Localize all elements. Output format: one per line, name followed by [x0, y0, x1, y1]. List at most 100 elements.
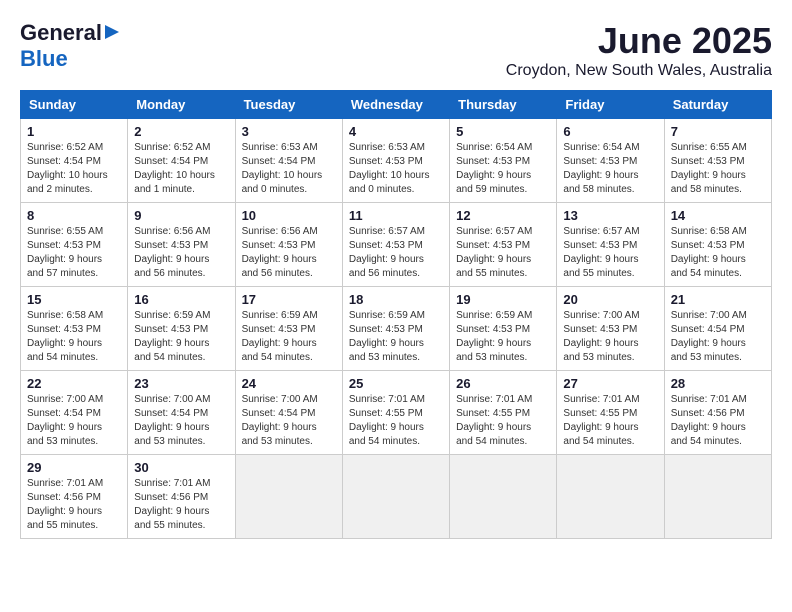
- col-header-wednesday: Wednesday: [342, 91, 449, 119]
- day-cell-21: 21 Sunrise: 7:00 AM Sunset: 4:54 PM Dayli…: [664, 287, 771, 371]
- day-info: Sunrise: 7:00 AM Sunset: 4:54 PM Dayligh…: [27, 393, 121, 449]
- day-info: Sunrise: 6:56 AM Sunset: 4:53 PM Dayligh…: [242, 225, 336, 281]
- day-number: 10: [242, 208, 336, 223]
- col-header-thursday: Thursday: [450, 91, 557, 119]
- day-number: 18: [349, 292, 443, 307]
- day-info: Sunrise: 6:53 AM Sunset: 4:54 PM Dayligh…: [242, 141, 336, 197]
- day-cell-6: 6 Sunrise: 6:54 AM Sunset: 4:53 PM Daylig…: [557, 119, 664, 203]
- calendar-header-row: SundayMondayTuesdayWednesdayThursdayFrid…: [21, 91, 772, 119]
- location: Croydon, New South Wales, Australia: [506, 62, 772, 80]
- day-number: 29: [27, 460, 121, 475]
- day-number: 16: [134, 292, 228, 307]
- calendar-week-3: 15 Sunrise: 6:58 AM Sunset: 4:53 PM Dayli…: [21, 287, 772, 371]
- day-info: Sunrise: 6:56 AM Sunset: 4:53 PM Dayligh…: [134, 225, 228, 281]
- day-number: 21: [671, 292, 765, 307]
- day-info: Sunrise: 7:01 AM Sunset: 4:56 PM Dayligh…: [27, 477, 121, 533]
- day-info: Sunrise: 6:57 AM Sunset: 4:53 PM Dayligh…: [563, 225, 657, 281]
- col-header-friday: Friday: [557, 91, 664, 119]
- empty-cell: [235, 455, 342, 539]
- day-cell-11: 11 Sunrise: 6:57 AM Sunset: 4:53 PM Dayli…: [342, 203, 449, 287]
- day-cell-4: 4 Sunrise: 6:53 AM Sunset: 4:53 PM Daylig…: [342, 119, 449, 203]
- day-cell-9: 9 Sunrise: 6:56 AM Sunset: 4:53 PM Daylig…: [128, 203, 235, 287]
- day-info: Sunrise: 6:55 AM Sunset: 4:53 PM Dayligh…: [27, 225, 121, 281]
- day-number: 17: [242, 292, 336, 307]
- day-number: 13: [563, 208, 657, 223]
- day-number: 15: [27, 292, 121, 307]
- day-cell-25: 25 Sunrise: 7:01 AM Sunset: 4:55 PM Dayli…: [342, 371, 449, 455]
- day-cell-29: 29 Sunrise: 7:01 AM Sunset: 4:56 PM Dayli…: [21, 455, 128, 539]
- day-cell-17: 17 Sunrise: 6:59 AM Sunset: 4:53 PM Dayli…: [235, 287, 342, 371]
- day-cell-1: 1 Sunrise: 6:52 AM Sunset: 4:54 PM Daylig…: [21, 119, 128, 203]
- day-cell-22: 22Sunrise: 7:00 AM Sunset: 4:54 PM Dayli…: [21, 371, 128, 455]
- day-number: 26: [456, 376, 550, 391]
- day-number: 24: [242, 376, 336, 391]
- day-cell-7: 7 Sunrise: 6:55 AM Sunset: 4:53 PM Daylig…: [664, 119, 771, 203]
- day-cell-28: 28Sunrise: 7:01 AM Sunset: 4:56 PM Dayli…: [664, 371, 771, 455]
- day-number: 14: [671, 208, 765, 223]
- col-header-monday: Monday: [128, 91, 235, 119]
- title-section: June 2025 Croydon, New South Wales, Aust…: [506, 20, 772, 80]
- col-header-tuesday: Tuesday: [235, 91, 342, 119]
- day-info: Sunrise: 6:52 AM Sunset: 4:54 PM Dayligh…: [27, 141, 121, 197]
- day-cell-20: 20Sunrise: 7:00 AM Sunset: 4:53 PM Dayli…: [557, 287, 664, 371]
- day-cell-18: 18 Sunrise: 6:59 AM Sunset: 4:53 PM Dayli…: [342, 287, 449, 371]
- logo: General Blue: [20, 20, 122, 72]
- day-info: Sunrise: 7:01 AM Sunset: 4:55 PM Dayligh…: [456, 393, 550, 449]
- day-cell-13: 13 Sunrise: 6:57 AM Sunset: 4:53 PM Dayli…: [557, 203, 664, 287]
- empty-cell: [450, 455, 557, 539]
- day-number: 27: [563, 376, 657, 391]
- month-year: June 2025: [506, 20, 772, 62]
- day-number: 8: [27, 208, 121, 223]
- day-number: 5: [456, 124, 550, 139]
- logo-arrow-icon: [103, 23, 121, 41]
- day-info: Sunrise: 7:01 AM Sunset: 4:56 PM Dayligh…: [671, 393, 765, 449]
- day-cell-8: 8 Sunrise: 6:55 AM Sunset: 4:53 PM Daylig…: [21, 203, 128, 287]
- day-info: Sunrise: 7:01 AM Sunset: 4:55 PM Dayligh…: [563, 393, 657, 449]
- day-cell-16: 16Sunrise: 6:59 AM Sunset: 4:53 PM Dayli…: [128, 287, 235, 371]
- day-info: Sunrise: 6:55 AM Sunset: 4:53 PM Dayligh…: [671, 141, 765, 197]
- day-number: 11: [349, 208, 443, 223]
- day-cell-24: 24Sunrise: 7:00 AM Sunset: 4:54 PM Dayli…: [235, 371, 342, 455]
- day-info: Sunrise: 6:58 AM Sunset: 4:53 PM Dayligh…: [671, 225, 765, 281]
- day-number: 7: [671, 124, 765, 139]
- day-number: 3: [242, 124, 336, 139]
- day-cell-30: 30 Sunrise: 7:01 AM Sunset: 4:56 PM Dayli…: [128, 455, 235, 539]
- day-number: 1: [27, 124, 121, 139]
- day-cell-19: 19 Sunrise: 6:59 AM Sunset: 4:53 PM Dayli…: [450, 287, 557, 371]
- day-number: 19: [456, 292, 550, 307]
- day-info: Sunrise: 6:59 AM Sunset: 4:53 PM Dayligh…: [349, 309, 443, 365]
- day-cell-26: 26 Sunrise: 7:01 AM Sunset: 4:55 PM Dayli…: [450, 371, 557, 455]
- day-info: Sunrise: 6:57 AM Sunset: 4:53 PM Dayligh…: [456, 225, 550, 281]
- day-number: 25: [349, 376, 443, 391]
- day-cell-3: 3 Sunrise: 6:53 AM Sunset: 4:54 PM Daylig…: [235, 119, 342, 203]
- empty-cell: [342, 455, 449, 539]
- day-info: Sunrise: 6:59 AM Sunset: 4:53 PM Dayligh…: [242, 309, 336, 365]
- day-cell-10: 10 Sunrise: 6:56 AM Sunset: 4:53 PM Dayli…: [235, 203, 342, 287]
- day-info: Sunrise: 6:58 AM Sunset: 4:53 PM Dayligh…: [27, 309, 121, 365]
- day-cell-14: 14 Sunrise: 6:58 AM Sunset: 4:53 PM Dayli…: [664, 203, 771, 287]
- day-number: 2: [134, 124, 228, 139]
- day-info: Sunrise: 6:53 AM Sunset: 4:53 PM Dayligh…: [349, 141, 443, 197]
- empty-cell: [664, 455, 771, 539]
- day-cell-23: 23Sunrise: 7:00 AM Sunset: 4:54 PM Dayli…: [128, 371, 235, 455]
- empty-cell: [557, 455, 664, 539]
- logo-general: General: [20, 20, 102, 46]
- day-info: Sunrise: 6:59 AM Sunset: 4:53 PM Dayligh…: [456, 309, 550, 365]
- day-info: Sunrise: 7:01 AM Sunset: 4:55 PM Dayligh…: [349, 393, 443, 449]
- day-cell-12: 12Sunrise: 6:57 AM Sunset: 4:53 PM Dayli…: [450, 203, 557, 287]
- day-info: Sunrise: 6:54 AM Sunset: 4:53 PM Dayligh…: [563, 141, 657, 197]
- day-number: 30: [134, 460, 228, 475]
- calendar-table: SundayMondayTuesdayWednesdayThursdayFrid…: [20, 90, 772, 539]
- day-info: Sunrise: 7:00 AM Sunset: 4:54 PM Dayligh…: [671, 309, 765, 365]
- day-info: Sunrise: 6:54 AM Sunset: 4:53 PM Dayligh…: [456, 141, 550, 197]
- day-cell-5: 5 Sunrise: 6:54 AM Sunset: 4:53 PM Daylig…: [450, 119, 557, 203]
- day-number: 9: [134, 208, 228, 223]
- day-info: Sunrise: 7:01 AM Sunset: 4:56 PM Dayligh…: [134, 477, 228, 533]
- day-number: 4: [349, 124, 443, 139]
- day-info: Sunrise: 6:52 AM Sunset: 4:54 PM Dayligh…: [134, 141, 228, 197]
- day-number: 6: [563, 124, 657, 139]
- day-info: Sunrise: 6:57 AM Sunset: 4:53 PM Dayligh…: [349, 225, 443, 281]
- day-number: 23: [134, 376, 228, 391]
- calendar-week-2: 8 Sunrise: 6:55 AM Sunset: 4:53 PM Daylig…: [21, 203, 772, 287]
- calendar-week-4: 22Sunrise: 7:00 AM Sunset: 4:54 PM Dayli…: [21, 371, 772, 455]
